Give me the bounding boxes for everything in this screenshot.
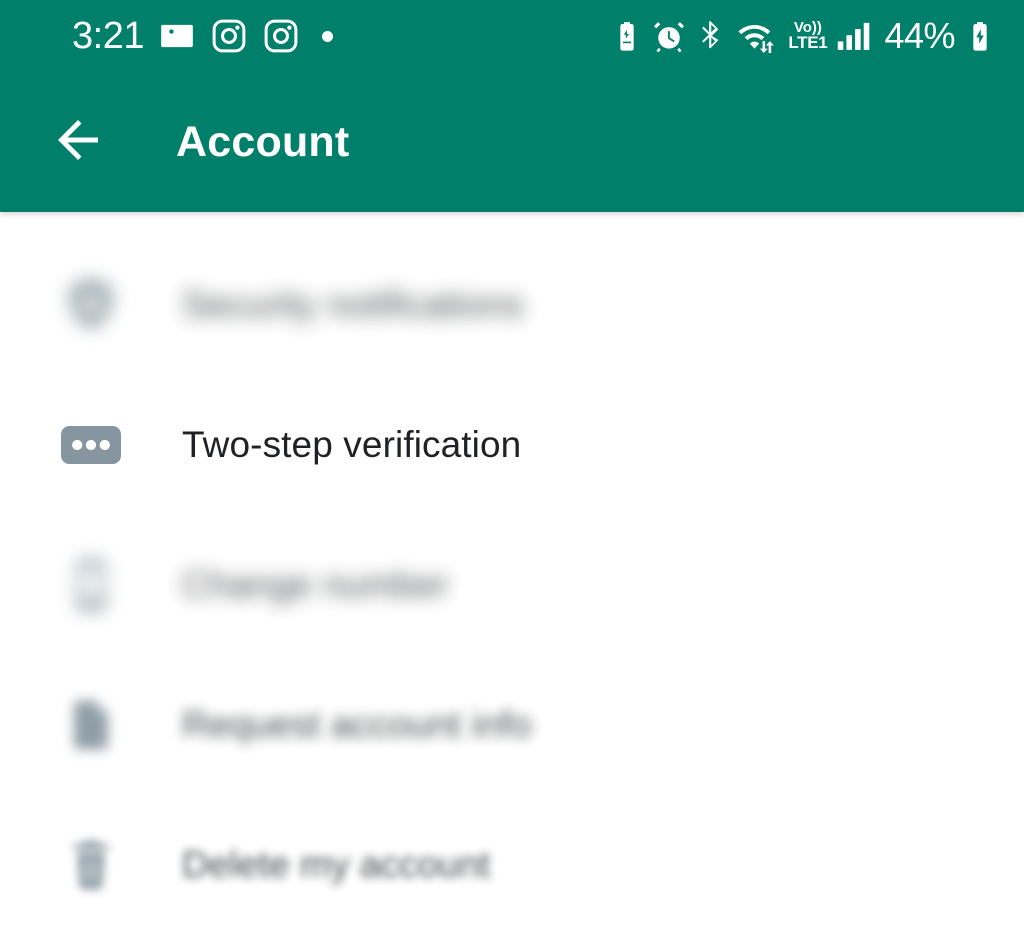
signal-bars-icon	[837, 20, 871, 52]
list-item-delete-my-account[interactable]: Delete my account	[0, 795, 1024, 932]
bluetooth-icon	[695, 20, 727, 52]
app-header: 3:21 Vo)) LTE1 44% Account	[0, 0, 1024, 212]
phone-icon	[60, 554, 122, 616]
battery-saver-icon	[611, 20, 643, 52]
back-arrow-icon	[48, 110, 108, 175]
trash-delete-icon	[60, 834, 122, 896]
three-dots-pin-icon	[60, 414, 122, 476]
list-item-label: Security notifications	[182, 284, 524, 325]
app-bar: Account	[0, 72, 1024, 212]
alarm-clock-icon	[652, 19, 686, 53]
notification-dot-icon	[321, 30, 333, 42]
battery-percent-label: 44%	[884, 15, 955, 56]
document-info-icon	[60, 694, 122, 756]
volte-bottom-label: LTE1	[788, 33, 828, 53]
page-title: Account	[176, 117, 350, 166]
list-item-security-notifications[interactable]: Security notifications	[0, 235, 1024, 375]
photo-gallery-icon	[158, 17, 196, 55]
instagram-icon-2	[262, 17, 300, 55]
list-item-label: Request account info	[182, 704, 532, 745]
list-item-two-step-verification[interactable]: Two-step verification	[0, 375, 1024, 515]
status-bar-left: 3:21	[72, 17, 333, 55]
battery-charging-icon	[964, 20, 996, 52]
shield-lock-icon	[60, 274, 122, 336]
whatsapp-account-settings-screen: 3:21 Vo)) LTE1 44% Account Security noti…	[0, 0, 1024, 932]
back-button[interactable]	[44, 108, 112, 176]
list-item-label: Two-step verification	[182, 424, 522, 465]
list-item-label: Delete my account	[182, 844, 491, 885]
volte-icon: Vo)) LTE1	[788, 20, 828, 53]
status-bar: 3:21 Vo)) LTE1 44%	[0, 0, 1024, 72]
status-bar-clock: 3:21	[72, 15, 144, 57]
instagram-icon-1	[210, 17, 248, 55]
account-settings-list: Security notifications Two-step verifica…	[0, 212, 1024, 932]
wifi-data-transfer-icon	[736, 19, 778, 53]
list-item-label: Change number	[182, 564, 449, 605]
list-item-change-number[interactable]: Change number	[0, 515, 1024, 655]
list-item-request-account-info[interactable]: Request account info	[0, 655, 1024, 795]
status-bar-right: Vo)) LTE1 44%	[611, 15, 996, 57]
